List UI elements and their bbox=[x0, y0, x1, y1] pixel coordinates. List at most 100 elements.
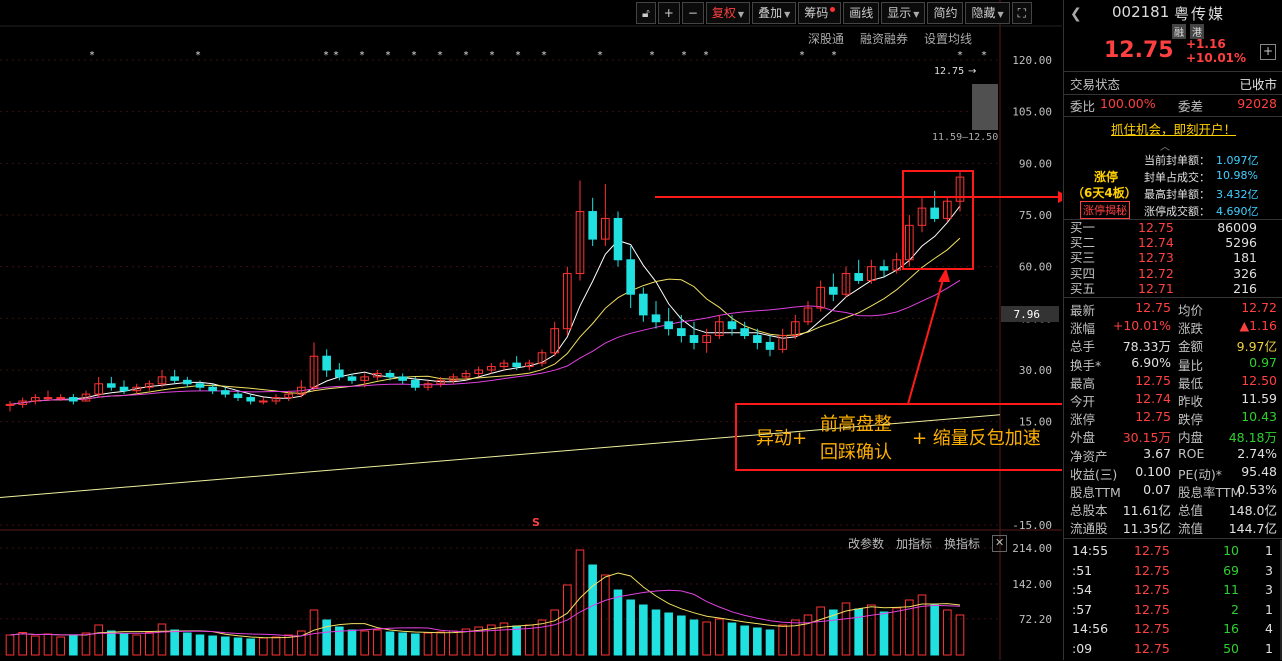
bid-row[interactable]: 买二 12.74 5296 bbox=[1064, 235, 1282, 250]
margin-link[interactable]: 融资融券 bbox=[860, 30, 908, 47]
chart-grid bbox=[0, 0, 1062, 660]
tick-row: :57 12.75 2 1 bbox=[1072, 601, 1273, 617]
quote-row: 总股本 11.61亿 总值 148.0亿 bbox=[1070, 503, 1277, 519]
price-callout: 12.75 bbox=[934, 66, 964, 77]
candle-body bbox=[69, 397, 78, 402]
candle-body bbox=[727, 321, 737, 330]
volume-toolbar: 改参数 加指标 换指标 ✕ bbox=[848, 535, 1008, 552]
candle-body bbox=[740, 328, 749, 337]
candle-body bbox=[411, 379, 420, 388]
volume-bar bbox=[436, 631, 445, 656]
stock-name: 粤传媒 bbox=[1174, 5, 1226, 23]
current-price-marker-label: 7.96 bbox=[1014, 308, 1041, 321]
volume-bar bbox=[550, 609, 559, 656]
kline-chart[interactable]: 120.00105.0090.0075.0060.0045.0030.0015.… bbox=[0, 0, 1062, 660]
tick-row: :09 12.75 50 1 bbox=[1072, 641, 1273, 656]
price-axis-label: 30.00 bbox=[1019, 364, 1052, 377]
volume-bar bbox=[246, 638, 255, 656]
candle-body bbox=[335, 369, 344, 378]
volume-bar bbox=[588, 564, 597, 656]
lock-icon[interactable]: 🔓︎ bbox=[636, 2, 656, 24]
switch-indicator-link[interactable]: 换指标 bbox=[944, 535, 980, 552]
chevron-down-icon: ▼ bbox=[913, 10, 920, 19]
range-box bbox=[972, 84, 998, 130]
candle-body bbox=[677, 328, 686, 337]
back-icon[interactable]: ❮ bbox=[1070, 6, 1082, 22]
zoom-out-button[interactable]: − bbox=[681, 2, 704, 24]
fullscreen-icon[interactable]: ⛶ bbox=[1011, 2, 1033, 24]
restore-rights-button[interactable]: 复权 ▼ bbox=[705, 2, 751, 24]
candle-body bbox=[588, 211, 597, 240]
volume-bar bbox=[677, 615, 686, 656]
volume-bar bbox=[423, 632, 433, 656]
volume-bar bbox=[31, 635, 40, 656]
volume-bar bbox=[715, 618, 724, 656]
zoom-in-button[interactable]: + bbox=[657, 2, 680, 24]
quote-row: 换手* 6.90% 量比 0.97 bbox=[1070, 354, 1277, 373]
volume-ma5-line bbox=[9, 572, 961, 639]
volume-bar bbox=[778, 624, 787, 656]
candle-body bbox=[183, 379, 192, 385]
promo-link[interactable]: 抓住机会，即刻开户！ bbox=[1064, 119, 1282, 138]
volume-bar bbox=[575, 549, 585, 656]
draw-line-button[interactable]: 画线 bbox=[843, 2, 880, 24]
simple-mode-button[interactable]: 简约 bbox=[927, 2, 964, 24]
candle-body bbox=[664, 321, 673, 330]
volume-axis-label: 72.20 bbox=[1019, 613, 1052, 626]
price-axis-label: 60.00 bbox=[1019, 261, 1052, 274]
volume-bar bbox=[69, 634, 78, 656]
stock-code: 002181 bbox=[1112, 3, 1170, 21]
volume-bar bbox=[879, 611, 889, 656]
volume-axis-label: 214.00 bbox=[1012, 542, 1052, 555]
price-axis-label: -15.00 bbox=[1012, 519, 1052, 532]
volume-bar bbox=[601, 574, 610, 656]
volume-bar bbox=[613, 589, 623, 656]
bid-row[interactable]: 买五 12.71 216 bbox=[1064, 281, 1282, 296]
volume-ma10-line bbox=[9, 589, 961, 637]
display-button[interactable]: 显示 ▼ bbox=[881, 2, 926, 24]
collapse-icon[interactable]: ︿ bbox=[1160, 138, 1170, 153]
volume-bar bbox=[43, 633, 53, 656]
price-axis-label: 105.00 bbox=[1012, 106, 1052, 119]
volume-bar bbox=[626, 599, 635, 656]
close-icon[interactable]: ✕ bbox=[992, 535, 1008, 552]
s-marker: S bbox=[532, 516, 540, 529]
volume-ma-lines bbox=[9, 572, 961, 639]
quote-row: 总手 78.33万 金额 9.97亿 bbox=[1070, 339, 1277, 355]
quote-row: 涨停 12.75 跌停 10.43 bbox=[1070, 409, 1277, 428]
volume-bar bbox=[689, 619, 699, 656]
chips-button[interactable]: 筹码 bbox=[798, 2, 842, 24]
volume-bar bbox=[411, 633, 420, 656]
trade-status-row: 交易状态 已收市 bbox=[1070, 77, 1277, 92]
candle-body bbox=[233, 393, 243, 399]
candle-body bbox=[829, 286, 838, 295]
bid-row[interactable]: 买四 12.72 326 bbox=[1064, 266, 1282, 281]
price-change-pct: +10.01% bbox=[1186, 51, 1247, 65]
bid-row[interactable]: 买三 12.73 181 bbox=[1064, 250, 1282, 265]
ma-settings-link[interactable]: 设置均线 bbox=[924, 30, 972, 47]
overlay-button[interactable]: 叠加 ▼ bbox=[752, 2, 797, 24]
quote-row: 最新 12.75 均价 12.72 bbox=[1070, 300, 1277, 318]
volume-bar bbox=[385, 631, 395, 656]
volume-bar bbox=[892, 607, 901, 656]
event-star-icon: * bbox=[982, 50, 987, 61]
edit-params-link[interactable]: 改参数 bbox=[848, 535, 884, 552]
volume-bar bbox=[360, 630, 369, 656]
volume-bar bbox=[56, 636, 65, 656]
price-axis-label: 120.00 bbox=[1012, 54, 1052, 67]
event-star-icon: * bbox=[90, 50, 95, 61]
hide-button[interactable]: 隐藏 ▼ bbox=[965, 2, 1010, 24]
volume-bar bbox=[107, 630, 116, 656]
event-star-icon: * bbox=[334, 50, 339, 61]
volume-bar bbox=[512, 625, 521, 656]
bid-row[interactable]: 买一 12.75 86009 bbox=[1064, 220, 1282, 235]
candle-body bbox=[259, 400, 268, 403]
candle-body bbox=[930, 207, 939, 219]
tick-row: 14:56 12.75 16 4 bbox=[1072, 621, 1273, 637]
add-indicator-link[interactable]: 加指标 bbox=[896, 535, 932, 552]
add-icon[interactable]: + bbox=[1260, 44, 1276, 60]
sgt-link[interactable]: 深股通 bbox=[808, 30, 844, 47]
quote-row: 流通股 11.35亿 流值 144.7亿 bbox=[1070, 521, 1277, 537]
candle-body bbox=[221, 390, 230, 395]
volume-bar bbox=[347, 629, 357, 656]
